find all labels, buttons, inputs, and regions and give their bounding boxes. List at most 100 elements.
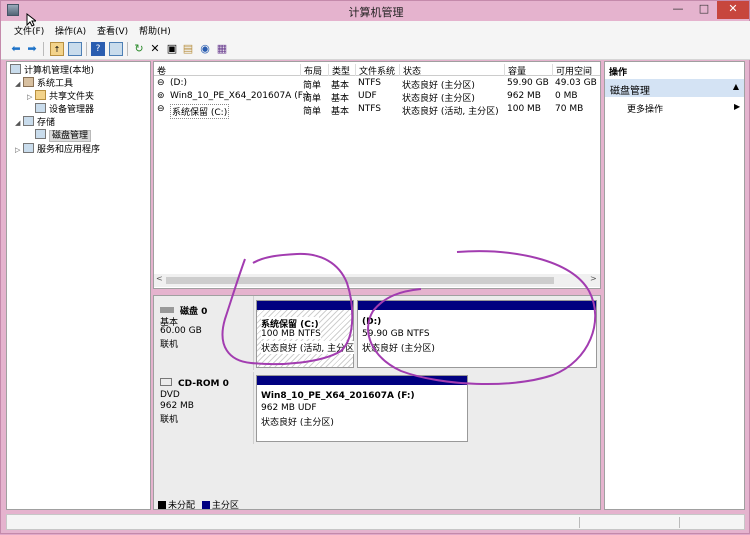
volume-list-header: 卷 布局 类型 文件系统 状态 容量 可用空间 [154, 62, 600, 77]
submenu-arrow-icon[interactable]: ▶ [734, 102, 740, 111]
actions-header: 操作 [609, 68, 628, 78]
maximize-button[interactable]: □ [691, 1, 717, 19]
partition-name: (D:) [362, 317, 382, 327]
scrollbar-thumb[interactable] [166, 277, 554, 284]
delete-icon[interactable]: ✕ [148, 42, 162, 56]
col-header-capacity[interactable]: 容量 [504, 64, 526, 77]
disk-0-state: 联机 [160, 340, 179, 350]
disk-0-label[interactable]: 磁盘 0 基本 60.00 GB 联机 [154, 296, 254, 370]
show-hide-action-pane-icon[interactable] [109, 42, 123, 56]
status-bar [6, 514, 745, 530]
collapse-up-icon[interactable]: ▲ [733, 82, 739, 91]
menu-view[interactable]: 查看(V) [97, 24, 128, 37]
more-actions-link[interactable]: 更多操作 [627, 102, 663, 115]
tree-label: 系统工具 [37, 79, 74, 89]
cdrom-0-size: 962 MB [160, 401, 194, 411]
tree-item-device-manager[interactable]: 设备管理器 [35, 103, 94, 115]
open-folder-icon[interactable]: ▤ [181, 42, 195, 56]
cdrom-0-label[interactable]: CD-ROM 0 DVD 962 MB 联机 [154, 372, 254, 444]
primary-partition-bar [358, 301, 596, 310]
tree-item-disk-management[interactable]: 磁盘管理 [35, 129, 92, 142]
computer-management-window: 计算机管理 — □ ✕ 文件(F) 操作(A) 查看(V) 帮助(H) ⬅ ➡ … [0, 0, 750, 534]
toolbar-divider [86, 42, 87, 56]
search-disk-icon[interactable]: ◉ [198, 42, 212, 56]
cell-capacity: 100 MB [507, 104, 541, 114]
col-header-free-space[interactable]: 可用空间 [552, 64, 592, 77]
col-header-type[interactable]: 类型 [328, 64, 350, 77]
menu-help[interactable]: 帮助(H) [139, 24, 171, 37]
legend: 未分配 主分区 [158, 498, 239, 511]
partition-status: 状态良好 (主分区) [362, 344, 435, 354]
tree-label: 磁盘管理 [49, 130, 92, 142]
cell-free-space: 70 MB [555, 104, 584, 114]
disk-graph-view: 磁盘 0 基本 60.00 GB 联机 系统保留 (C:) 100 MB NTF… [153, 295, 601, 511]
properties-icon[interactable]: ▣ [165, 42, 179, 56]
cdrom-0-type: DVD [160, 390, 180, 400]
actions-section-label: 磁盘管理 [610, 86, 650, 97]
legend-primary: 主分区 [211, 501, 239, 511]
partition-status: 状态良好 (主分区) [261, 418, 334, 428]
primary-partition-bar [257, 376, 467, 385]
tree-item-services[interactable]: ▷ 服务和应用程序 [15, 143, 100, 155]
cdrom-0-state: 联机 [160, 415, 179, 425]
show-hide-tree-icon[interactable] [68, 42, 82, 56]
col-header-status[interactable]: 状态 [399, 64, 421, 77]
status-divider [579, 517, 580, 528]
partition-status: 状态良好 (活动, 主分区 [261, 341, 355, 354]
drive-icon: ⊖ [157, 104, 165, 114]
legend-unallocated-swatch [158, 501, 166, 509]
col-header-volume[interactable]: 卷 [154, 64, 166, 77]
title-bar[interactable]: 计算机管理 — □ ✕ [1, 1, 750, 21]
cell-capacity: 962 MB [507, 91, 541, 101]
cell-capacity: 59.90 GB [507, 78, 549, 88]
partition-d[interactable]: (D:) 59.90 GB NTFS 状态良好 (主分区) [357, 300, 597, 368]
menu-bar: 文件(F) 操作(A) 查看(V) 帮助(H) [1, 21, 750, 38]
col-header-filesystem[interactable]: 文件系统 [355, 64, 395, 77]
toolbar-divider [43, 42, 44, 56]
menu-action[interactable]: 操作(A) [55, 24, 86, 37]
tree-item-computer-management[interactable]: 计算机管理(本地) [10, 64, 94, 76]
system-tools-icon [23, 77, 34, 87]
disk-icon [160, 307, 174, 313]
table-row[interactable]: ⊚ Win8_10_PE_X64_201607A (F:) 简单 基本 UDF … [154, 90, 600, 104]
cell-type: 基本 [331, 107, 350, 117]
cell-free-space: 49.03 GB [555, 78, 597, 88]
tree-item-system-tools[interactable]: ◢ 系统工具 [15, 77, 73, 89]
scroll-right-icon[interactable]: > [590, 274, 597, 283]
storage-icon [23, 116, 34, 126]
disk-properties-icon[interactable]: ▦ [215, 42, 229, 56]
partition-size: 962 MB UDF [261, 403, 317, 413]
scroll-left-icon[interactable]: < [156, 274, 163, 283]
tree-item-storage[interactable]: ◢ 存储 [15, 116, 55, 128]
collapse-arrow-icon[interactable]: ◢ [15, 117, 23, 129]
forward-arrow-icon[interactable]: ➡ [25, 42, 39, 56]
tree-label: 设备管理器 [49, 105, 95, 115]
up-folder-icon[interactable]: ↑ [50, 42, 64, 56]
collapse-arrow-icon[interactable]: ◢ [15, 78, 23, 90]
tree-label: 计算机管理(本地) [24, 66, 95, 76]
table-row[interactable]: ⊖ (D:) 简单 基本 NTFS 状态良好 (主分区) 59.90 GB 49… [154, 77, 600, 91]
col-header-layout[interactable]: 布局 [300, 64, 322, 77]
actions-section-disk-management[interactable]: 磁盘管理 ▲ [605, 79, 744, 97]
cell-filesystem: UDF [358, 91, 377, 101]
cdrom-0-name: CD-ROM 0 [160, 378, 229, 389]
minimize-button[interactable]: — [665, 1, 691, 19]
close-button[interactable]: ✕ [717, 1, 749, 19]
cell-volume: (D:) [170, 78, 187, 88]
horizontal-scrollbar[interactable]: < > [154, 274, 600, 287]
actions-pane: 操作 磁盘管理 ▲ 更多操作 ▶ [604, 61, 745, 510]
refresh-icon[interactable]: ↻ [132, 42, 146, 56]
status-divider [679, 517, 680, 528]
help-icon[interactable]: ? [91, 42, 105, 56]
legend-unallocated: 未分配 [168, 501, 196, 511]
back-arrow-icon[interactable]: ⬅ [9, 42, 23, 56]
cell-volume: 系统保留 (C:) [170, 104, 230, 119]
partition-name: Win8_10_PE_X64_201607A (F:) [261, 391, 415, 401]
partition-f[interactable]: Win8_10_PE_X64_201607A (F:) 962 MB UDF 状… [256, 375, 468, 442]
expand-arrow-icon[interactable]: ▷ [27, 91, 35, 103]
table-row[interactable]: ⊖ 系统保留 (C:) 简单 基本 NTFS 状态良好 (活动, 主分区) 10… [154, 103, 600, 119]
tree-label: 共享文件夹 [49, 92, 95, 102]
tree-item-shared-folders[interactable]: ▷ 共享文件夹 [27, 90, 94, 102]
partition-system-reserved-c[interactable]: 系统保留 (C:) 100 MB NTFS 状态良好 (活动, 主分区 [256, 300, 355, 368]
expand-arrow-icon[interactable]: ▷ [15, 144, 23, 156]
